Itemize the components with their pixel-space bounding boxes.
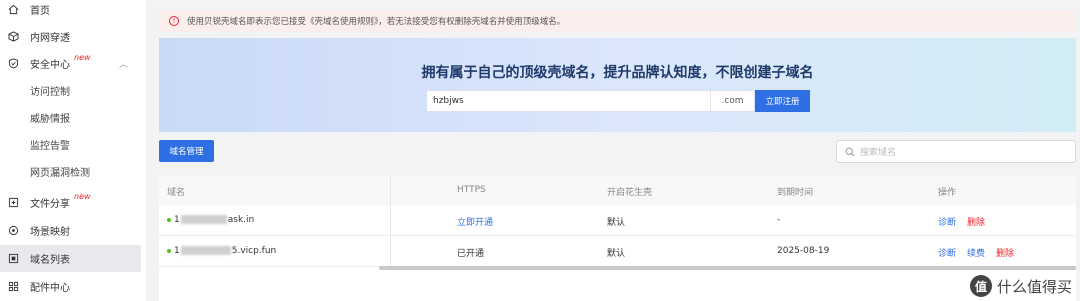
alert-text: 使用贝锐壳域名即表示您已接受《壳域名使用规则》，若无法接受您有权删除壳域名并使用… <box>187 17 566 27</box>
huashengke-cell: 默认 <box>607 218 626 228</box>
column-header-https: HTTPS <box>457 185 486 195</box>
redacted-text <box>180 246 231 255</box>
chevron-up-icon[interactable]: ︿ <box>119 57 128 70</box>
column-header-actions: 操作 <box>938 188 957 198</box>
sidebar-item-security[interactable]: 安全中心 new ︿ <box>0 50 146 77</box>
delete-link[interactable]: 删除 <box>996 246 1014 259</box>
sidebar-item-label: 首页 <box>30 6 50 17</box>
sidebar-item-label: 监控告警 <box>30 141 70 152</box>
domain-prefix: 1 <box>174 246 180 256</box>
sidebar-item-label: 文件分享 <box>30 199 70 210</box>
domain-table: 域名 HTTPS 开启花生壳 到期时间 操作 1 ask.in 立即开通 默认 -… <box>159 176 1076 301</box>
shield-icon <box>7 57 20 70</box>
domain-list-icon <box>7 252 20 265</box>
watermark-logo: 值 <box>969 275 992 297</box>
table-header: 域名 HTTPS 开启花生壳 到期时间 操作 <box>159 176 1076 205</box>
home-icon <box>7 3 20 16</box>
renew-link[interactable]: 续费 <box>967 246 985 259</box>
table-row: 1 ask.in 立即开通 默认 - 诊断 删除 <box>159 205 1076 236</box>
sidebar-item-tunnel[interactable]: 内网穿透 <box>0 23 146 50</box>
diagnose-link[interactable]: 诊断 <box>938 215 956 228</box>
sidebar-item-label: 内网穿透 <box>30 33 70 44</box>
sidebar-item-accessories[interactable]: 配件中心 <box>0 273 146 300</box>
expiry-cell: - <box>777 215 781 225</box>
column-header-expiry: 到期时间 <box>777 188 814 198</box>
domain-manage-button[interactable]: 域名管理 <box>159 140 214 162</box>
status-dot <box>167 218 171 222</box>
domain-cell: 1 5.vicp.fun <box>174 246 276 256</box>
sidebar-item-domain-list[interactable]: 域名列表 <box>0 245 141 272</box>
register-button[interactable]: 立即注册 <box>755 90 810 112</box>
new-badge: new <box>74 192 91 201</box>
domain-suffix: ask.in <box>227 215 255 225</box>
domain-cell: 1 ask.in <box>174 215 254 225</box>
domain-suffix: 5.vicp.fun <box>231 246 277 256</box>
domain-input-value[interactable]: hzbjws <box>433 96 713 106</box>
file-share-icon <box>7 196 20 209</box>
new-badge: new <box>74 53 91 62</box>
sidebar-item-label: 配件中心 <box>30 283 70 294</box>
warning-icon: ! <box>169 16 179 26</box>
sidebar-item-threat-intel[interactable]: 威胁情报 <box>0 104 146 131</box>
column-header-domain: 域名 <box>167 188 186 198</box>
enable-https-link[interactable]: 立即开通 <box>457 215 493 228</box>
column-header-huashengke: 开启花生壳 <box>607 188 653 198</box>
table-row: 1 5.vicp.fun 已开通 默认 2025-08-19 诊断 续费 删除 <box>159 236 1076 267</box>
domain-search-input[interactable]: 搜索域名 <box>836 140 1076 163</box>
sidebar-item-vuln-scan[interactable]: 网页漏洞检测 <box>0 158 146 185</box>
redacted-text <box>180 215 227 224</box>
sidebar-item-label: 访问控制 <box>30 87 70 98</box>
huashengke-cell: 默认 <box>607 249 626 259</box>
alert-banner: ! 使用贝锐壳域名即表示您已接受《壳域名使用规则》，若无法接受您有权删除壳域名并… <box>159 10 1076 32</box>
sidebar-item-label: 威胁情报 <box>30 114 70 125</box>
search-placeholder: 搜索域名 <box>860 148 897 158</box>
domain-prefix: 1 <box>174 215 180 225</box>
diagnose-link[interactable]: 诊断 <box>938 246 956 259</box>
sidebar-item-monitoring[interactable]: 监控告警 <box>0 131 146 158</box>
sidebar-item-label: 网页漏洞检测 <box>30 168 90 179</box>
sidebar-item-label: 场景映射 <box>30 227 70 238</box>
status-dot <box>167 249 171 253</box>
domain-register-input[interactable]: hzbjws .com <box>426 90 755 112</box>
scene-icon <box>7 224 20 237</box>
search-icon <box>845 146 855 157</box>
sidebar-item-file-share[interactable]: 文件分享 new <box>0 189 146 216</box>
https-status: 已开通 <box>457 249 485 259</box>
banner-title: 拥有属于自己的顶级壳域名，提升品牌认知度，不限创建子域名 <box>421 65 814 81</box>
sidebar: 首页 内网穿透 安全中心 new ︿ 访问控制 威胁情报 监控告警 网页漏洞检测… <box>0 0 146 301</box>
sidebar-item-scene-mapping[interactable]: 场景映射 <box>0 217 146 244</box>
cube-icon <box>7 30 20 43</box>
watermark: 值 什么值得买 <box>969 275 1072 297</box>
main-content: ! 使用贝锐壳域名即表示您已接受《壳域名使用规则》，若无法接受您有权删除壳域名并… <box>159 0 1076 301</box>
grid-icon <box>7 280 20 293</box>
horizontal-scrollbar[interactable] <box>379 266 1076 270</box>
delete-link[interactable]: 删除 <box>967 215 985 228</box>
sidebar-item-access-control[interactable]: 访问控制 <box>0 77 146 104</box>
sidebar-item-home[interactable]: 首页 <box>0 0 146 23</box>
sidebar-item-label: 域名列表 <box>30 255 70 266</box>
promo-banner: 拥有属于自己的顶级壳域名，提升品牌认知度，不限创建子域名 hzbjws .com… <box>159 38 1076 132</box>
watermark-text: 什么值得买 <box>996 277 1072 296</box>
sidebar-item-label: 安全中心 <box>30 60 70 71</box>
domain-suffix-select[interactable]: .com <box>710 91 754 111</box>
expiry-cell: 2025-08-19 <box>777 246 830 256</box>
